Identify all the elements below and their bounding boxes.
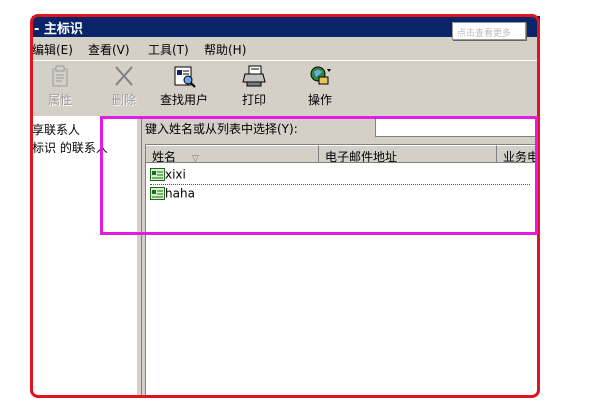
menu-tools[interactable]: 工具(T): [148, 41, 189, 58]
contact-name: haha: [165, 186, 195, 201]
search-label: 键入姓名或从列表中选择(Y):: [145, 122, 298, 136]
action-label: 操作: [307, 93, 332, 107]
column-phone-label: 业务电话: [503, 150, 540, 163]
menu-view[interactable]: 查看(V): [88, 41, 130, 58]
delete-label: 删除: [111, 93, 136, 107]
sort-indicator-icon: ▽: [192, 154, 199, 163]
properties-icon: [52, 65, 68, 87]
column-header-email[interactable]: 电子邮件地址: [319, 145, 497, 163]
printer-icon: [242, 65, 266, 87]
tooltip: 点击查看更多: [452, 22, 526, 40]
action-button[interactable]: 操作: [294, 63, 346, 111]
contacts-list: 姓名 ▽ 电子邮件地址 业务电话 xixi haha: [145, 144, 540, 397]
properties-label: 属性: [47, 93, 72, 107]
properties-button[interactable]: 属性: [34, 63, 86, 111]
contact-row[interactable]: haha: [150, 186, 530, 204]
column-email-label: 电子邮件地址: [325, 150, 398, 163]
contact-row[interactable]: xixi: [150, 167, 530, 185]
contacts-pane: 键入姓名或从列表中选择(Y): 姓名 ▽ 电子邮件地址 业务电话 xixi: [142, 116, 540, 397]
menu-edit[interactable]: 编辑(E): [32, 41, 73, 58]
find-people-icon: [174, 66, 196, 88]
delete-button[interactable]: 删除: [98, 63, 150, 111]
tree-item-identity-contacts[interactable]: 标识 的联系人: [32, 139, 108, 156]
find-people-button[interactable]: 查找用户: [158, 63, 210, 111]
action-icon: [310, 66, 331, 85]
folder-tree: 享联系人 标识 的联系人: [32, 116, 136, 397]
print-label: 打印: [241, 93, 266, 107]
contact-name: xixi: [165, 167, 186, 182]
column-name-label: 姓名: [152, 150, 177, 163]
column-header-business-phone[interactable]: 业务电话: [497, 145, 540, 163]
delete-icon: [115, 66, 133, 86]
menu-help[interactable]: 帮助(H): [204, 41, 246, 58]
list-header: 姓名 ▽ 电子邮件地址 业务电话: [146, 145, 540, 163]
address-book-window: - 主标识 编辑(E) 查看(V) 工具(T) 帮助(H) 属性 删除 查找用户…: [32, 16, 540, 397]
find-people-label: 查找用户: [159, 93, 208, 107]
print-button[interactable]: 打印: [228, 63, 280, 111]
contact-card-icon: [150, 187, 165, 200]
search-input[interactable]: [375, 118, 540, 137]
tooltip-text: 点击查看更多: [457, 29, 512, 39]
tree-item-shared-contacts[interactable]: 享联系人: [32, 121, 80, 138]
column-header-name[interactable]: 姓名 ▽: [146, 145, 319, 163]
menu-bar: 编辑(E) 查看(V) 工具(T) 帮助(H): [32, 38, 540, 58]
window-title: - 主标识: [34, 22, 83, 37]
contact-card-icon: [150, 168, 165, 181]
